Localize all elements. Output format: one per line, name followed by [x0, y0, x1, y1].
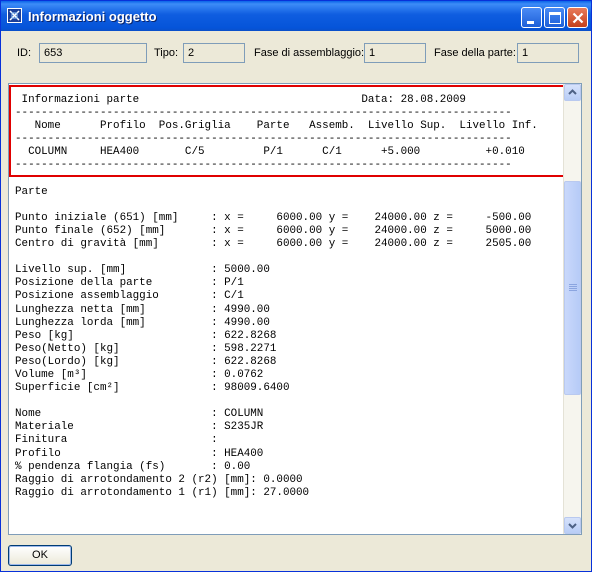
vertical-scrollbar[interactable] — [563, 84, 581, 534]
scroll-up-button[interactable] — [564, 84, 581, 101]
ok-button[interactable]: OK — [8, 545, 72, 566]
window-title: Informazioni oggetto — [28, 9, 157, 24]
report-content[interactable]: Informazioni parte Data: 28.08.2009 ----… — [9, 84, 564, 534]
minimize-button[interactable] — [521, 7, 542, 28]
report-text: Informazioni parte Data: 28.08.2009 ----… — [15, 94, 538, 499]
close-icon — [572, 12, 584, 24]
report-panel[interactable]: Informazioni parte Data: 28.08.2009 ----… — [8, 83, 582, 535]
minimize-icon — [527, 21, 534, 24]
id-label: ID: — [17, 47, 32, 59]
app-icon — [7, 8, 22, 23]
title-bar[interactable]: Informazioni oggetto — [1, 1, 591, 31]
maximize-button[interactable] — [544, 7, 565, 28]
assembly-phase-label: Fase di assemblaggio: — [254, 47, 365, 59]
part-phase-field[interactable]: 1 — [517, 43, 579, 63]
scroll-thumb[interactable] — [564, 181, 581, 395]
header-fields: ID: 653 Tipo: 2 Fase di assemblaggio: 1 … — [1, 41, 591, 65]
chevron-down-icon — [568, 523, 577, 529]
part-phase-label: Fase della parte: — [434, 47, 516, 59]
close-button[interactable] — [567, 7, 588, 28]
type-field[interactable]: 2 — [183, 43, 245, 63]
type-label: Tipo: — [154, 47, 179, 59]
object-info-window: Informazioni oggetto ID: 653 Tipo: 2 Fas… — [0, 0, 592, 572]
maximize-icon — [549, 12, 561, 24]
scroll-down-button[interactable] — [564, 517, 581, 534]
chevron-up-icon — [568, 89, 577, 95]
id-field[interactable]: 653 — [39, 43, 147, 63]
assembly-phase-field[interactable]: 1 — [364, 43, 426, 63]
